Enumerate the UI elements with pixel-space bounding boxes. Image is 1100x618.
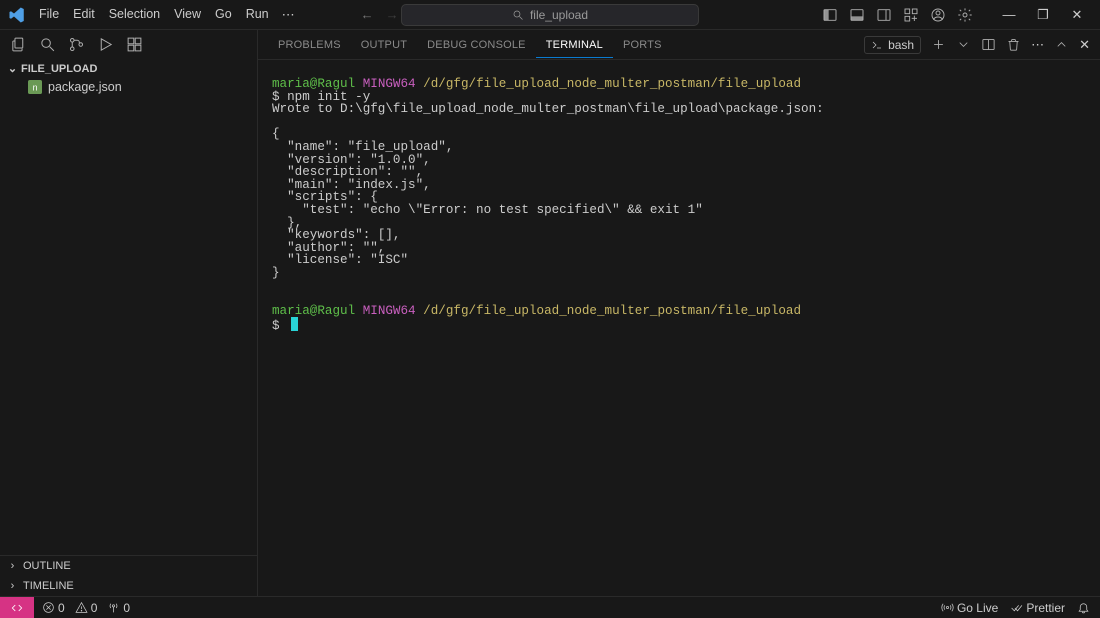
menu-run[interactable]: Run	[239, 1, 276, 29]
source-control-icon[interactable]	[68, 36, 85, 53]
tab-ports[interactable]: PORTS	[613, 32, 672, 57]
menu-view[interactable]: View	[167, 1, 208, 29]
menu-go[interactable]: Go	[208, 1, 239, 29]
status-prettier[interactable]: Prettier	[1010, 601, 1065, 615]
search-icon	[512, 9, 524, 21]
command-center[interactable]: file_upload	[401, 4, 699, 26]
remote-icon	[10, 601, 24, 615]
menu-more-icon[interactable]: ⋯	[276, 1, 301, 29]
close-panel-icon[interactable]: ✕	[1079, 37, 1090, 53]
outline-label: OUTLINE	[23, 560, 71, 572]
chevron-right-icon: ›	[6, 560, 19, 572]
panel-actions: bash ⋯ ✕	[864, 36, 1090, 54]
nav-forward-icon[interactable]: →	[386, 7, 399, 22]
file-tree: n package.json	[0, 78, 257, 96]
settings-gear-icon[interactable]	[957, 7, 973, 23]
timeline-section[interactable]: › TIMELINE	[0, 576, 257, 596]
maximize-panel-icon[interactable]	[1054, 37, 1069, 52]
chevron-down-icon: ⌄	[6, 62, 19, 75]
close-icon[interactable]: ✕	[1060, 1, 1094, 29]
warning-count: 0	[91, 601, 98, 615]
tab-terminal[interactable]: TERMINAL	[536, 32, 613, 58]
search-sidebar-icon[interactable]	[39, 36, 56, 53]
timeline-label: TIMELINE	[23, 580, 74, 592]
explorer-toolbar	[0, 30, 257, 59]
broadcast-icon	[941, 601, 954, 614]
shell-name-label: bash	[888, 38, 914, 52]
status-left: 0 0 0	[34, 601, 138, 615]
prompt-host: MINGW64	[363, 77, 416, 91]
menu-bar: File Edit Selection View Go Run ⋯	[32, 1, 301, 29]
radio-tower-icon	[107, 601, 120, 614]
npm-file-icon: n	[28, 80, 42, 94]
status-ports[interactable]: 0	[107, 601, 130, 615]
file-package-json[interactable]: n package.json	[14, 78, 257, 96]
split-terminal-icon[interactable]	[981, 37, 996, 52]
status-bar: 0 0 0 Go Live Prettier	[0, 596, 1100, 618]
layout-sidebar-left-icon[interactable]	[822, 7, 838, 23]
status-notifications[interactable]	[1077, 601, 1090, 614]
explorer-folder-header[interactable]: ⌄ FILE_UPLOAD	[0, 59, 257, 78]
nav-arrows: ← →	[361, 7, 399, 22]
prompt-path: /d/gfg/file_upload_node_multer_postman/f…	[423, 77, 801, 91]
status-right: Go Live Prettier	[941, 601, 1100, 615]
new-terminal-icon[interactable]	[931, 37, 946, 52]
svg-text:n: n	[33, 83, 38, 93]
panel-more-icon[interactable]: ⋯	[1031, 37, 1044, 53]
files-icon[interactable]	[10, 36, 27, 53]
maximize-icon[interactable]: ❐	[1026, 1, 1060, 29]
tab-debug-console[interactable]: DEBUG CONSOLE	[417, 32, 536, 57]
check-double-icon	[1010, 601, 1023, 614]
tab-output[interactable]: OUTPUT	[351, 32, 417, 57]
sidebar: ⌄ FILE_UPLOAD n package.json › OUTLINE ›…	[0, 30, 258, 596]
window-controls: — ❐ ✕	[992, 1, 1094, 29]
prompt-path-2: /d/gfg/file_upload_node_multer_postman/f…	[423, 304, 801, 318]
warning-icon	[75, 601, 88, 614]
menu-selection[interactable]: Selection	[102, 1, 167, 29]
prompt-host-2: MINGW64	[363, 304, 416, 318]
panel: PROBLEMS OUTPUT DEBUG CONSOLE TERMINAL P…	[258, 30, 1100, 596]
status-go-live[interactable]: Go Live	[941, 601, 998, 615]
account-icon[interactable]	[930, 7, 946, 23]
terminal-output[interactable]: maria@Ragul MINGW64 /d/gfg/file_upload_n…	[258, 60, 1100, 596]
file-label: package.json	[48, 80, 122, 94]
layout-panel-bottom-icon[interactable]	[849, 7, 865, 23]
main-area: ⌄ FILE_UPLOAD n package.json › OUTLINE ›…	[0, 30, 1100, 596]
extensions-icon[interactable]	[126, 36, 143, 53]
terminal-icon	[871, 39, 883, 51]
ports-count: 0	[123, 601, 130, 615]
kill-terminal-icon[interactable]	[1006, 37, 1021, 52]
outline-section[interactable]: › OUTLINE	[0, 556, 257, 576]
layout-sidebar-right-icon[interactable]	[876, 7, 892, 23]
menu-edit[interactable]: Edit	[66, 1, 102, 29]
command-center-text: file_upload	[530, 8, 588, 22]
tab-problems[interactable]: PROBLEMS	[268, 32, 351, 57]
vscode-logo-icon	[8, 6, 26, 24]
terminal-cursor	[291, 317, 298, 331]
panel-tabs: PROBLEMS OUTPUT DEBUG CONSOLE TERMINAL P…	[258, 30, 1100, 60]
title-actions: — ❐ ✕	[822, 1, 1094, 29]
menu-file[interactable]: File	[32, 1, 66, 29]
minimize-icon[interactable]: —	[992, 1, 1026, 29]
error-count: 0	[58, 601, 65, 615]
layout-customize-icon[interactable]	[903, 7, 919, 23]
go-live-label: Go Live	[957, 601, 998, 615]
bell-icon	[1077, 601, 1090, 614]
prompt-symbol: $	[272, 319, 287, 333]
titlebar: File Edit Selection View Go Run ⋯ ← → fi…	[0, 0, 1100, 30]
folder-title: FILE_UPLOAD	[21, 63, 97, 75]
error-icon	[42, 601, 55, 614]
prettier-label: Prettier	[1026, 601, 1065, 615]
prompt-user-2: maria@Ragul	[272, 304, 355, 318]
status-errors[interactable]: 0	[42, 601, 65, 615]
terminal-stdout: Wrote to D:\gfg\file_upload_node_multer_…	[272, 102, 824, 280]
terminal-dropdown-icon[interactable]	[956, 37, 971, 52]
status-warnings[interactable]: 0	[75, 601, 98, 615]
terminal-shell-selector[interactable]: bash	[864, 36, 921, 54]
chevron-right-icon: ›	[6, 580, 19, 592]
nav-back-icon[interactable]: ←	[361, 7, 374, 22]
run-debug-icon[interactable]	[97, 36, 114, 53]
remote-indicator[interactable]	[0, 597, 34, 618]
